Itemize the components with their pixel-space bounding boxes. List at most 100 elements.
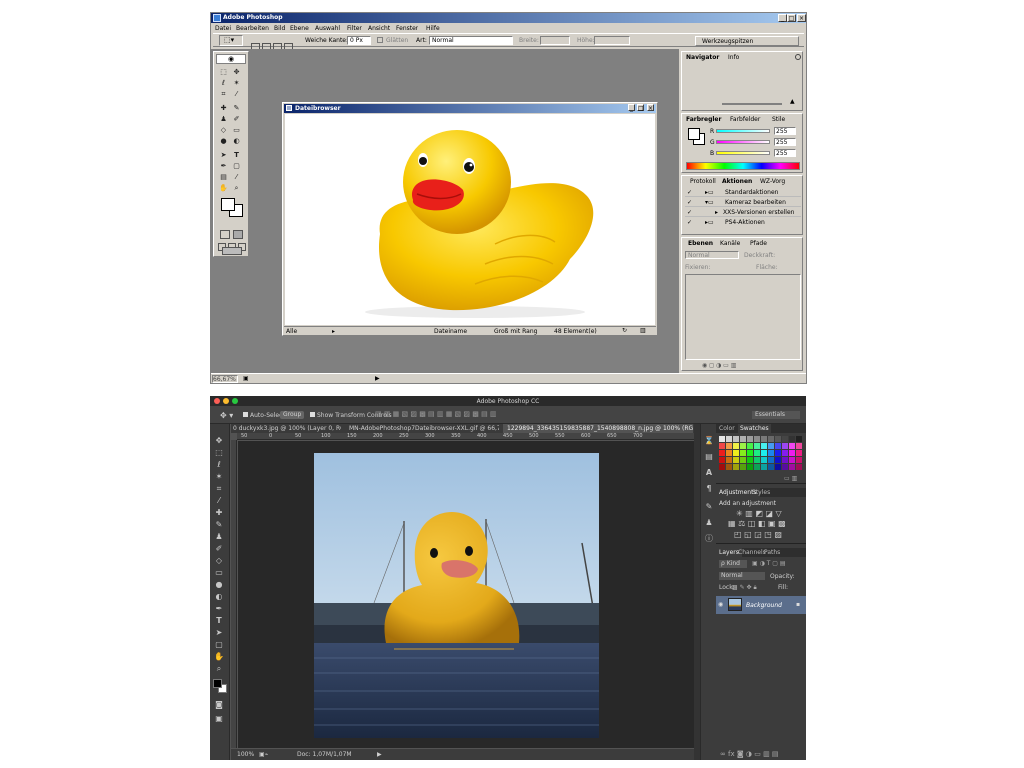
layer-filter-icons[interactable]: ▣ ◑ T ▢ ▤ — [752, 560, 786, 567]
align-distribute-icons[interactable]: ▤ ▥ ▦ ▧ ▨ ▩ ▤ ▥ ▦ ▧ ▨ ▩ ▤ ▥ — [375, 410, 497, 418]
action-row[interactable]: ✓ ▾▭ Kameraz bearbeiten — [685, 198, 801, 207]
history-brush-tool-icon[interactable]: ✐ — [232, 115, 241, 124]
slice-tool-icon[interactable]: ⁄ — [232, 90, 241, 99]
swatch-cell[interactable] — [761, 443, 767, 449]
pen-tool-icon[interactable]: ✒ — [214, 604, 224, 614]
swatch-cell[interactable] — [719, 436, 725, 442]
history-panel-icon[interactable]: ⌛ — [704, 436, 714, 446]
adjustment-icons-row-3[interactable]: ◰ ◱ ◲ ◳ ▨ — [734, 530, 782, 539]
art-select[interactable]: Normal — [429, 36, 513, 45]
notes-tool-icon[interactable]: ▤ — [219, 173, 228, 182]
swatch-cell[interactable] — [747, 464, 753, 470]
lasso-tool-icon[interactable]: ℓ — [219, 79, 228, 88]
action-row[interactable]: ✓ ▸▭ PS4-Aktionen — [685, 218, 801, 227]
swatch-cell[interactable] — [768, 436, 774, 442]
channel-r-value[interactable]: 255 — [774, 127, 796, 135]
hand-tool-icon[interactable]: ✋ — [219, 184, 228, 193]
layer-row-background[interactable]: ◉ Background ▪ — [716, 596, 806, 614]
swatch-cell[interactable] — [754, 464, 760, 470]
tab-pfade[interactable]: Pfade — [750, 240, 767, 247]
menu-fenster[interactable]: Fenster — [396, 25, 418, 32]
swatch-cell[interactable] — [740, 457, 746, 463]
channel-g-value[interactable]: 255 — [774, 138, 796, 146]
eyedropper-tool-icon[interactable]: ⁄ — [214, 496, 224, 506]
browser-rotate-icon[interactable]: ↻ — [622, 327, 627, 334]
info-panel-icon[interactable]: ⓘ — [704, 534, 714, 544]
swatch-cell[interactable] — [761, 464, 767, 470]
doc-tab[interactable]: MN-AdobePhotoshop7Dateibrowser-XXL.gif @… — [349, 425, 499, 432]
marquee-tool-icon[interactable]: ⬚ — [219, 68, 228, 77]
layers-footer-icons[interactable]: ∞ fx ◙ ◑ ▭ ▥ ▤ — [720, 750, 779, 758]
swatch-cell[interactable] — [796, 443, 802, 449]
action-row[interactable]: ✓ ▸▭ Standardaktionen — [685, 188, 801, 197]
tab-stile[interactable]: Stile — [772, 116, 785, 123]
swatch-cell[interactable] — [747, 443, 753, 449]
screen-mode-icon[interactable]: ▣ — [214, 714, 224, 724]
tab-wz-vorg[interactable]: WZ-Vorg — [760, 178, 785, 185]
browser-filter-select[interactable]: Alle — [286, 328, 414, 335]
brush-tool-icon[interactable]: ✎ — [214, 520, 224, 530]
menu-ebene[interactable]: Ebene — [290, 25, 309, 32]
browser-view-select[interactable]: Groß mit Rang — [494, 328, 537, 335]
swatch-cell[interactable] — [775, 436, 781, 442]
swatch-cell[interactable] — [740, 464, 746, 470]
menu-bild[interactable]: Bild — [274, 25, 285, 32]
lasso-tool-icon[interactable]: ℓ — [214, 460, 224, 470]
swatch-cell[interactable] — [782, 450, 788, 456]
swatch-cell[interactable] — [789, 464, 795, 470]
screen-mode-icons[interactable] — [218, 236, 248, 251]
crop-tool-icon[interactable]: ⌗ — [214, 484, 224, 494]
menu-bearbeiten[interactable]: Bearbeiten — [236, 25, 269, 32]
swatch-cell[interactable] — [796, 436, 802, 442]
swatch-cell[interactable] — [789, 450, 795, 456]
ps7-minimize-button[interactable]: _ — [778, 14, 787, 22]
color-spectrum-bar[interactable] — [686, 162, 800, 170]
swatch-grid[interactable] — [719, 436, 803, 474]
layers-footer-icons[interactable]: ◉ ◻ ◑ ▭ ▥ — [702, 362, 736, 369]
swatch-cell[interactable] — [719, 450, 725, 456]
werkzeugspitzen-tab[interactable]: Werkzeugspitzen — [695, 36, 799, 46]
selection-mode-icons[interactable] — [251, 37, 293, 52]
swatch-cell[interactable] — [768, 443, 774, 449]
clone-stamp-tool-icon[interactable]: ♟ — [214, 532, 224, 542]
swatch-cell[interactable] — [768, 450, 774, 456]
swatch-cell[interactable] — [775, 443, 781, 449]
character-panel-icon[interactable]: A — [704, 468, 714, 478]
tab-protokoll[interactable]: Protokoll — [690, 178, 716, 185]
swatch-cell[interactable] — [789, 457, 795, 463]
swatch-cell[interactable] — [775, 457, 781, 463]
paragraph-panel-icon[interactable]: ¶ — [704, 484, 714, 494]
tab-ebenen[interactable]: Ebenen — [688, 240, 713, 247]
swatch-cell[interactable] — [775, 450, 781, 456]
toolbox-header-eye-icon[interactable]: ◉ — [216, 54, 246, 64]
dodge-tool-icon[interactable]: ◐ — [214, 592, 224, 602]
blur-tool-icon[interactable]: ● — [214, 580, 224, 590]
pen-tool-icon[interactable]: ✒ — [219, 162, 228, 171]
swatch-cell[interactable] — [768, 457, 774, 463]
swatch-cell[interactable] — [740, 450, 746, 456]
menu-datei[interactable]: Datei — [215, 25, 231, 32]
swatch-cell[interactable] — [726, 443, 732, 449]
marquee-preset-picker[interactable]: ⬚▾ — [219, 35, 243, 46]
adjustment-icons-row-1[interactable]: ✳ ▥ ◩ ◪ ▽ — [736, 509, 782, 518]
navigator-zoom-in-icon[interactable]: ▲ — [790, 98, 795, 105]
browser-trash-icon[interactable]: ▥ — [640, 327, 646, 334]
swatch-cell[interactable] — [733, 436, 739, 442]
swatch-cell[interactable] — [726, 436, 732, 442]
swatch-cell[interactable] — [719, 457, 725, 463]
auto-select-dropdown[interactable]: Group — [280, 411, 305, 419]
cc-export-icon[interactable]: ▣⌁ — [259, 751, 268, 758]
swatch-cell[interactable] — [796, 457, 802, 463]
cc-layer-lock-icons[interactable]: ▩ ✎ ✥ 🔒︎ — [732, 584, 757, 592]
ps7-close-button[interactable]: × — [797, 14, 806, 22]
channel-g-slider[interactable] — [716, 140, 770, 144]
type-tool-icon[interactable]: T — [214, 616, 224, 626]
tab-farbregler[interactable]: Farbregler — [686, 116, 721, 123]
move-tool-options-icon[interactable]: ✥ ▾ — [220, 411, 233, 420]
swatch-cell[interactable] — [733, 457, 739, 463]
channel-b-slider[interactable] — [716, 151, 770, 155]
swatch-cell[interactable] — [761, 450, 767, 456]
swatch-cell[interactable] — [740, 443, 746, 449]
adjustment-icons-row-2[interactable]: ▦ ⚖ ◫ ◧ ▣ ▩ — [728, 519, 786, 528]
layer-visibility-eye-icon[interactable]: ◉ — [718, 601, 723, 608]
